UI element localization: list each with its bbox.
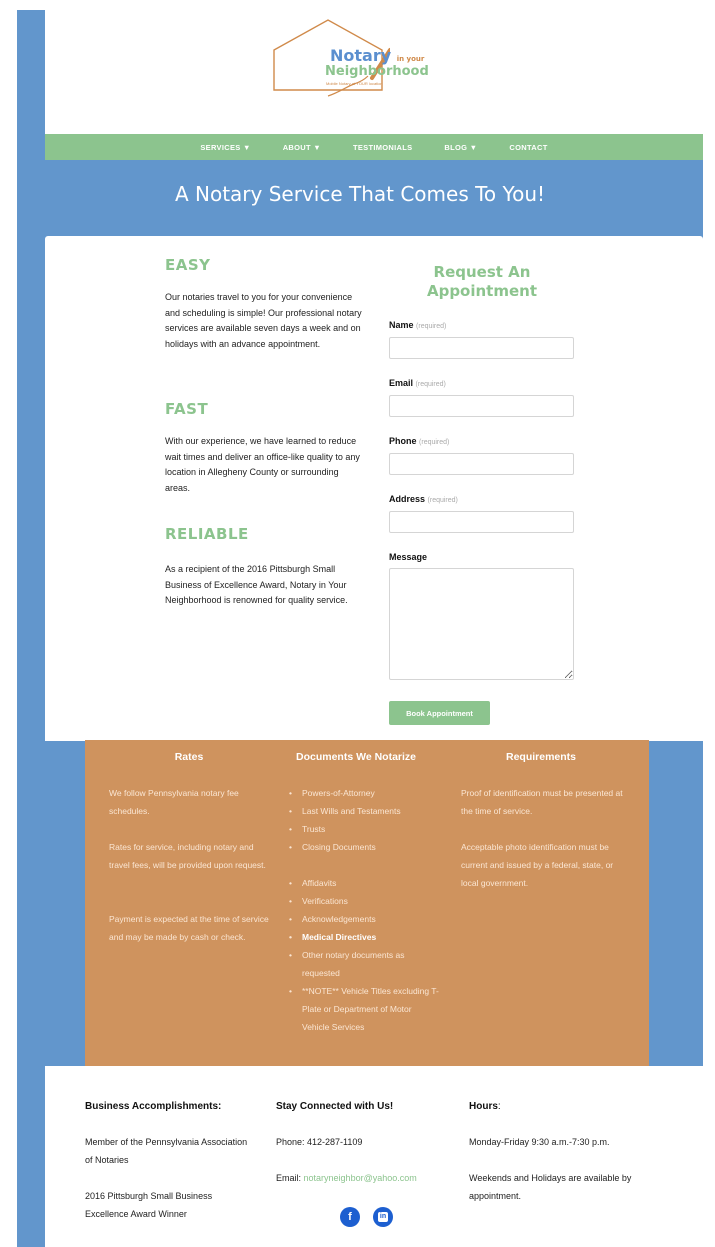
book-appointment-button[interactable]: Book Appointment bbox=[389, 701, 490, 725]
message-textarea[interactable] bbox=[389, 568, 574, 680]
content-card bbox=[45, 236, 703, 741]
required-hint: (required) bbox=[415, 381, 446, 388]
feature-heading-reliable: RELIABLE bbox=[165, 525, 249, 543]
nav-about[interactable]: ABOUT ▼ bbox=[267, 143, 337, 152]
list-item: Powers-of-Attorney bbox=[289, 784, 439, 802]
list-item: Closing Documents bbox=[289, 838, 439, 856]
feature-text-fast: With our experience, we have learned to … bbox=[165, 436, 360, 493]
nav-testimonials[interactable]: TESTIMONIALS bbox=[337, 143, 428, 152]
linkedin-icon[interactable]: in bbox=[373, 1207, 393, 1227]
feature-heading-fast: FAST bbox=[165, 400, 209, 418]
list-item: **NOTE** Vehicle Titles excluding T-Plat… bbox=[289, 982, 439, 1036]
documents-list-1: Powers-of-Attorney Last Wills and Testam… bbox=[289, 784, 439, 856]
list-item: Other notary documents as requested bbox=[289, 946, 439, 982]
rates-text-1: We follow Pennsylvania notary fee schedu… bbox=[109, 788, 239, 816]
feature-text-reliable: As a recipient of the 2016 Pittsburgh Sm… bbox=[165, 564, 348, 605]
message-label: Message bbox=[389, 552, 428, 562]
address-input[interactable] bbox=[389, 511, 574, 533]
documents-heading: Documents We Notarize bbox=[296, 751, 416, 763]
required-hint: (required) bbox=[419, 439, 450, 446]
nav-blog[interactable]: BLOG ▼ bbox=[428, 143, 493, 152]
hours-weekend: Weekends and Holidays are available by a… bbox=[469, 1173, 632, 1201]
accomplishment-2: 2016 Pittsburgh Small Business Excellenc… bbox=[85, 1191, 213, 1219]
rates-text-3: Payment is expected at the time of servi… bbox=[109, 914, 269, 942]
accomplishments-heading: Business Accomplishments: bbox=[85, 1101, 222, 1112]
address-label-text: Address bbox=[389, 494, 426, 504]
documents-list-2: Affidavits Verifications Acknowledgement… bbox=[289, 874, 439, 1036]
hours-heading-text: Hours bbox=[469, 1101, 498, 1112]
form-title: Request An Appointment bbox=[426, 263, 538, 300]
hours-heading-colon: : bbox=[497, 1101, 501, 1112]
facebook-icon[interactable]: f bbox=[340, 1207, 360, 1227]
logo-word-in-your: in your bbox=[396, 55, 425, 63]
email-label: Email: bbox=[276, 1173, 302, 1183]
list-item: Acknowledgements bbox=[289, 910, 439, 928]
email-label: Email (required) bbox=[389, 378, 446, 388]
requirements-text-1: Proof of identification must be presente… bbox=[461, 788, 623, 816]
phone-label: Phone (required) bbox=[389, 436, 449, 446]
main-nav: SERVICES ▼ ABOUT ▼ TESTIMONIALS BLOG ▼ C… bbox=[45, 134, 703, 160]
email-line: Email: notaryneighbor@yahoo.com bbox=[276, 1169, 466, 1187]
list-item: Last Wills and Testaments bbox=[289, 802, 439, 820]
connect-heading: Stay Connected with Us! bbox=[276, 1101, 394, 1112]
feature-heading-easy: EASY bbox=[165, 256, 211, 274]
hours-heading: Hours: bbox=[469, 1101, 501, 1112]
phone-label-text: Phone bbox=[389, 436, 417, 446]
nav-services[interactable]: SERVICES ▼ bbox=[184, 143, 266, 152]
required-hint: (required) bbox=[416, 323, 447, 330]
logo-word-notary: Notary bbox=[330, 46, 392, 65]
rates-heading: Rates bbox=[174, 751, 204, 763]
nav-contact[interactable]: CONTACT bbox=[493, 143, 563, 152]
linkedin-glyph: in bbox=[378, 1212, 388, 1222]
rates-text-2: Rates for service, including notary and … bbox=[109, 842, 266, 870]
required-hint: (required) bbox=[427, 497, 458, 504]
email-label-text: Email bbox=[389, 378, 414, 388]
phone-input[interactable] bbox=[389, 453, 574, 475]
list-item: Trusts bbox=[289, 820, 439, 838]
name-input[interactable] bbox=[389, 337, 574, 359]
hours-weekday: Monday-Friday 9:30 a.m.-7:30 p.m. bbox=[469, 1137, 610, 1147]
logo-tagline: Mobile Notary at YOUR location bbox=[326, 81, 383, 86]
list-item: Verifications bbox=[289, 892, 439, 910]
feature-text-easy: Our notaries travel to you for your conv… bbox=[165, 292, 362, 349]
phone-text: Phone: 412-287-1109 bbox=[276, 1137, 363, 1147]
address-label: Address (required) bbox=[389, 494, 458, 504]
list-item: Medical Directives bbox=[289, 928, 439, 946]
list-item: Affidavits bbox=[289, 874, 439, 892]
requirements-heading: Requirements bbox=[505, 751, 577, 763]
email-input[interactable] bbox=[389, 395, 574, 417]
hero-title: A Notary Service That Comes To You! bbox=[174, 182, 546, 206]
email-link[interactable]: notaryneighbor@yahoo.com bbox=[304, 1173, 417, 1183]
requirements-text-2: Acceptable photo identification must be … bbox=[461, 842, 614, 888]
facebook-glyph: f bbox=[348, 1211, 352, 1223]
name-label-text: Name bbox=[389, 320, 414, 330]
accomplishment-1: Member of the Pennsylvania Association o… bbox=[85, 1137, 248, 1165]
name-label: Name (required) bbox=[389, 320, 446, 330]
logo-word-neighborhood: Neighborhood bbox=[325, 64, 429, 79]
